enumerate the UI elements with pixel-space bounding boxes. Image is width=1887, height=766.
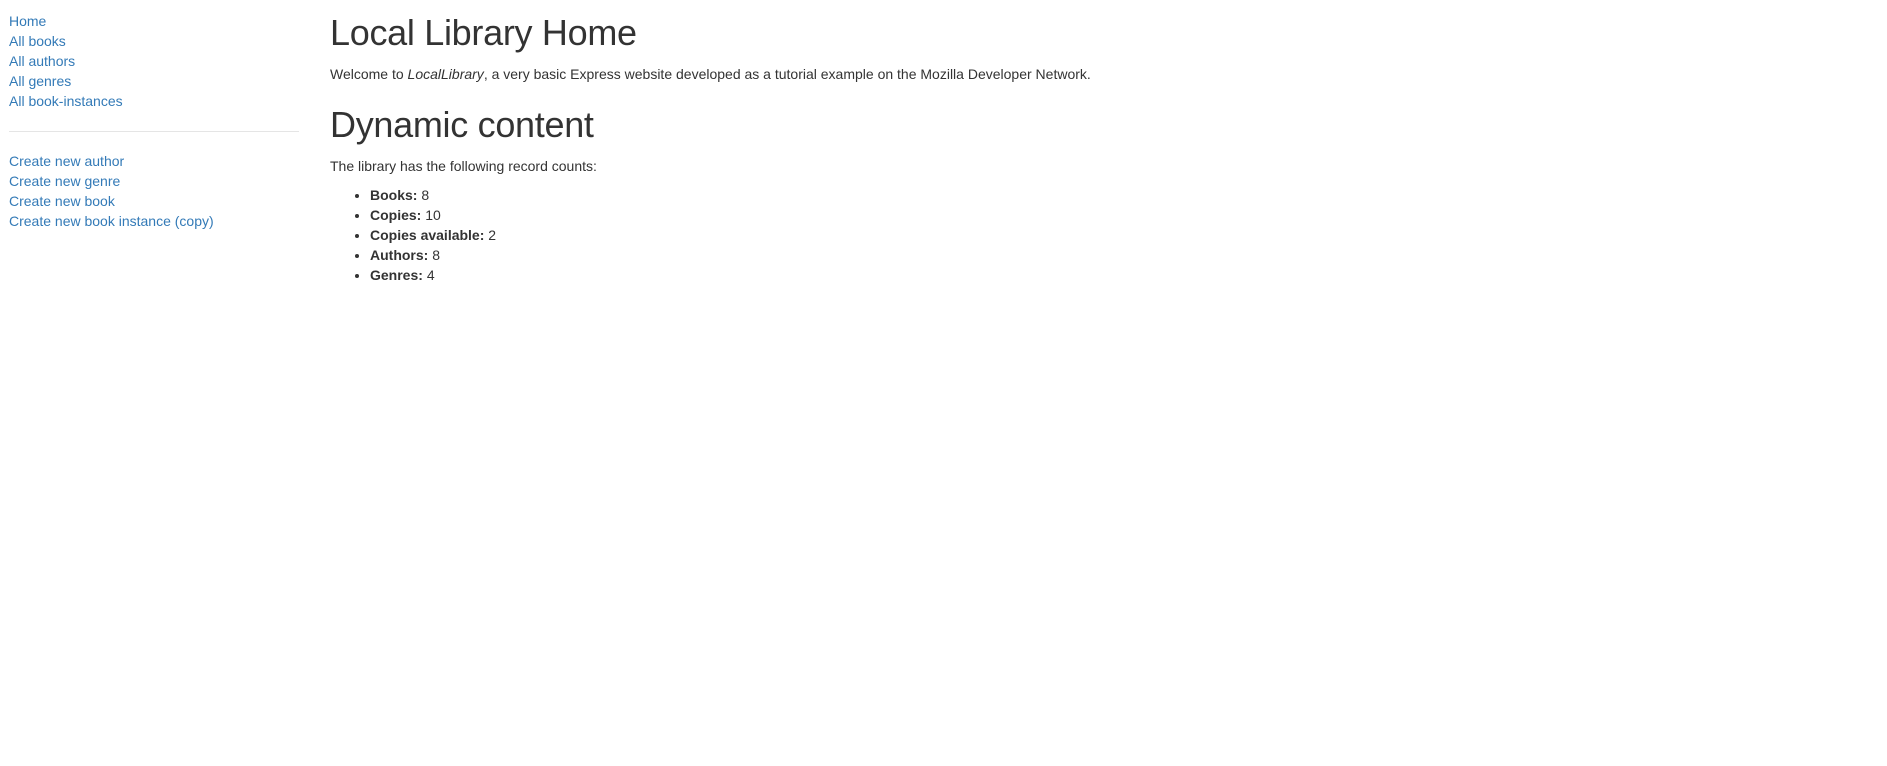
all-genres-link[interactable]: All genres [9, 73, 71, 89]
count-item-books: Books: 8 [370, 185, 1870, 205]
count-label: Copies: [370, 207, 422, 223]
count-value: 2 [488, 227, 497, 243]
home-link[interactable]: Home [9, 13, 46, 29]
all-books-link[interactable]: All books [9, 33, 66, 49]
count-item-genres: Genres: 4 [370, 265, 1870, 285]
welcome-text: Welcome to LocalLibrary, a very basic Ex… [330, 64, 1870, 84]
welcome-prefix: Welcome to [330, 66, 408, 82]
create-genre-link[interactable]: Create new genre [9, 173, 120, 189]
sidebar-item-create-book: Create new book [9, 191, 299, 211]
sidebar-item-home: Home [9, 11, 299, 31]
dynamic-content-heading: Dynamic content [330, 104, 594, 145]
count-item-authors: Authors: 8 [370, 245, 1870, 265]
all-book-instances-link[interactable]: All book-instances [9, 93, 123, 109]
count-value: 8 [432, 247, 441, 263]
sidebar-item-all-authors: All authors [9, 51, 299, 71]
welcome-suffix: , a very basic Express website developed… [483, 66, 1091, 82]
sidebar-item-all-book-instances: All book-instances [9, 91, 299, 111]
count-value: 4 [426, 267, 435, 283]
create-book-instance-link[interactable]: Create new book instance (copy) [9, 213, 214, 229]
sidebar-divider [9, 131, 299, 132]
record-counts-list: Books: 8 Copies: 10 Copies available: 2 … [330, 185, 1870, 285]
all-authors-link[interactable]: All authors [9, 53, 75, 69]
sidebar-item-create-author: Create new author [9, 151, 299, 171]
welcome-site-name: LocalLibrary [407, 66, 484, 82]
count-item-copies-available: Copies available: 2 [370, 225, 1870, 245]
count-item-copies: Copies: 10 [370, 205, 1870, 225]
count-value: 8 [421, 187, 430, 203]
sidebar-item-create-genre: Create new genre [9, 171, 299, 191]
count-label: Genres: [370, 267, 423, 283]
count-label: Books: [370, 187, 418, 203]
sidebar-nav: Home All books All authors All genres Al… [9, 11, 299, 111]
page-title: Local Library Home [330, 12, 637, 53]
sidebar-item-all-genres: All genres [9, 71, 299, 91]
sidebar-item-all-books: All books [9, 31, 299, 51]
sidebar-item-create-book-instance: Create new book instance (copy) [9, 211, 299, 231]
count-label: Authors: [370, 247, 429, 263]
sidebar: Home All books All authors All genres Al… [9, 11, 299, 231]
count-label: Copies available: [370, 227, 485, 243]
counts-intro: The library has the following record cou… [330, 158, 597, 174]
sidebar-create-nav: Create new author Create new genre Creat… [9, 151, 299, 231]
create-book-link[interactable]: Create new book [9, 193, 115, 209]
count-value: 10 [425, 207, 441, 223]
create-author-link[interactable]: Create new author [9, 153, 124, 169]
main-content: Local Library Home Welcome to LocalLibra… [330, 0, 1870, 285]
